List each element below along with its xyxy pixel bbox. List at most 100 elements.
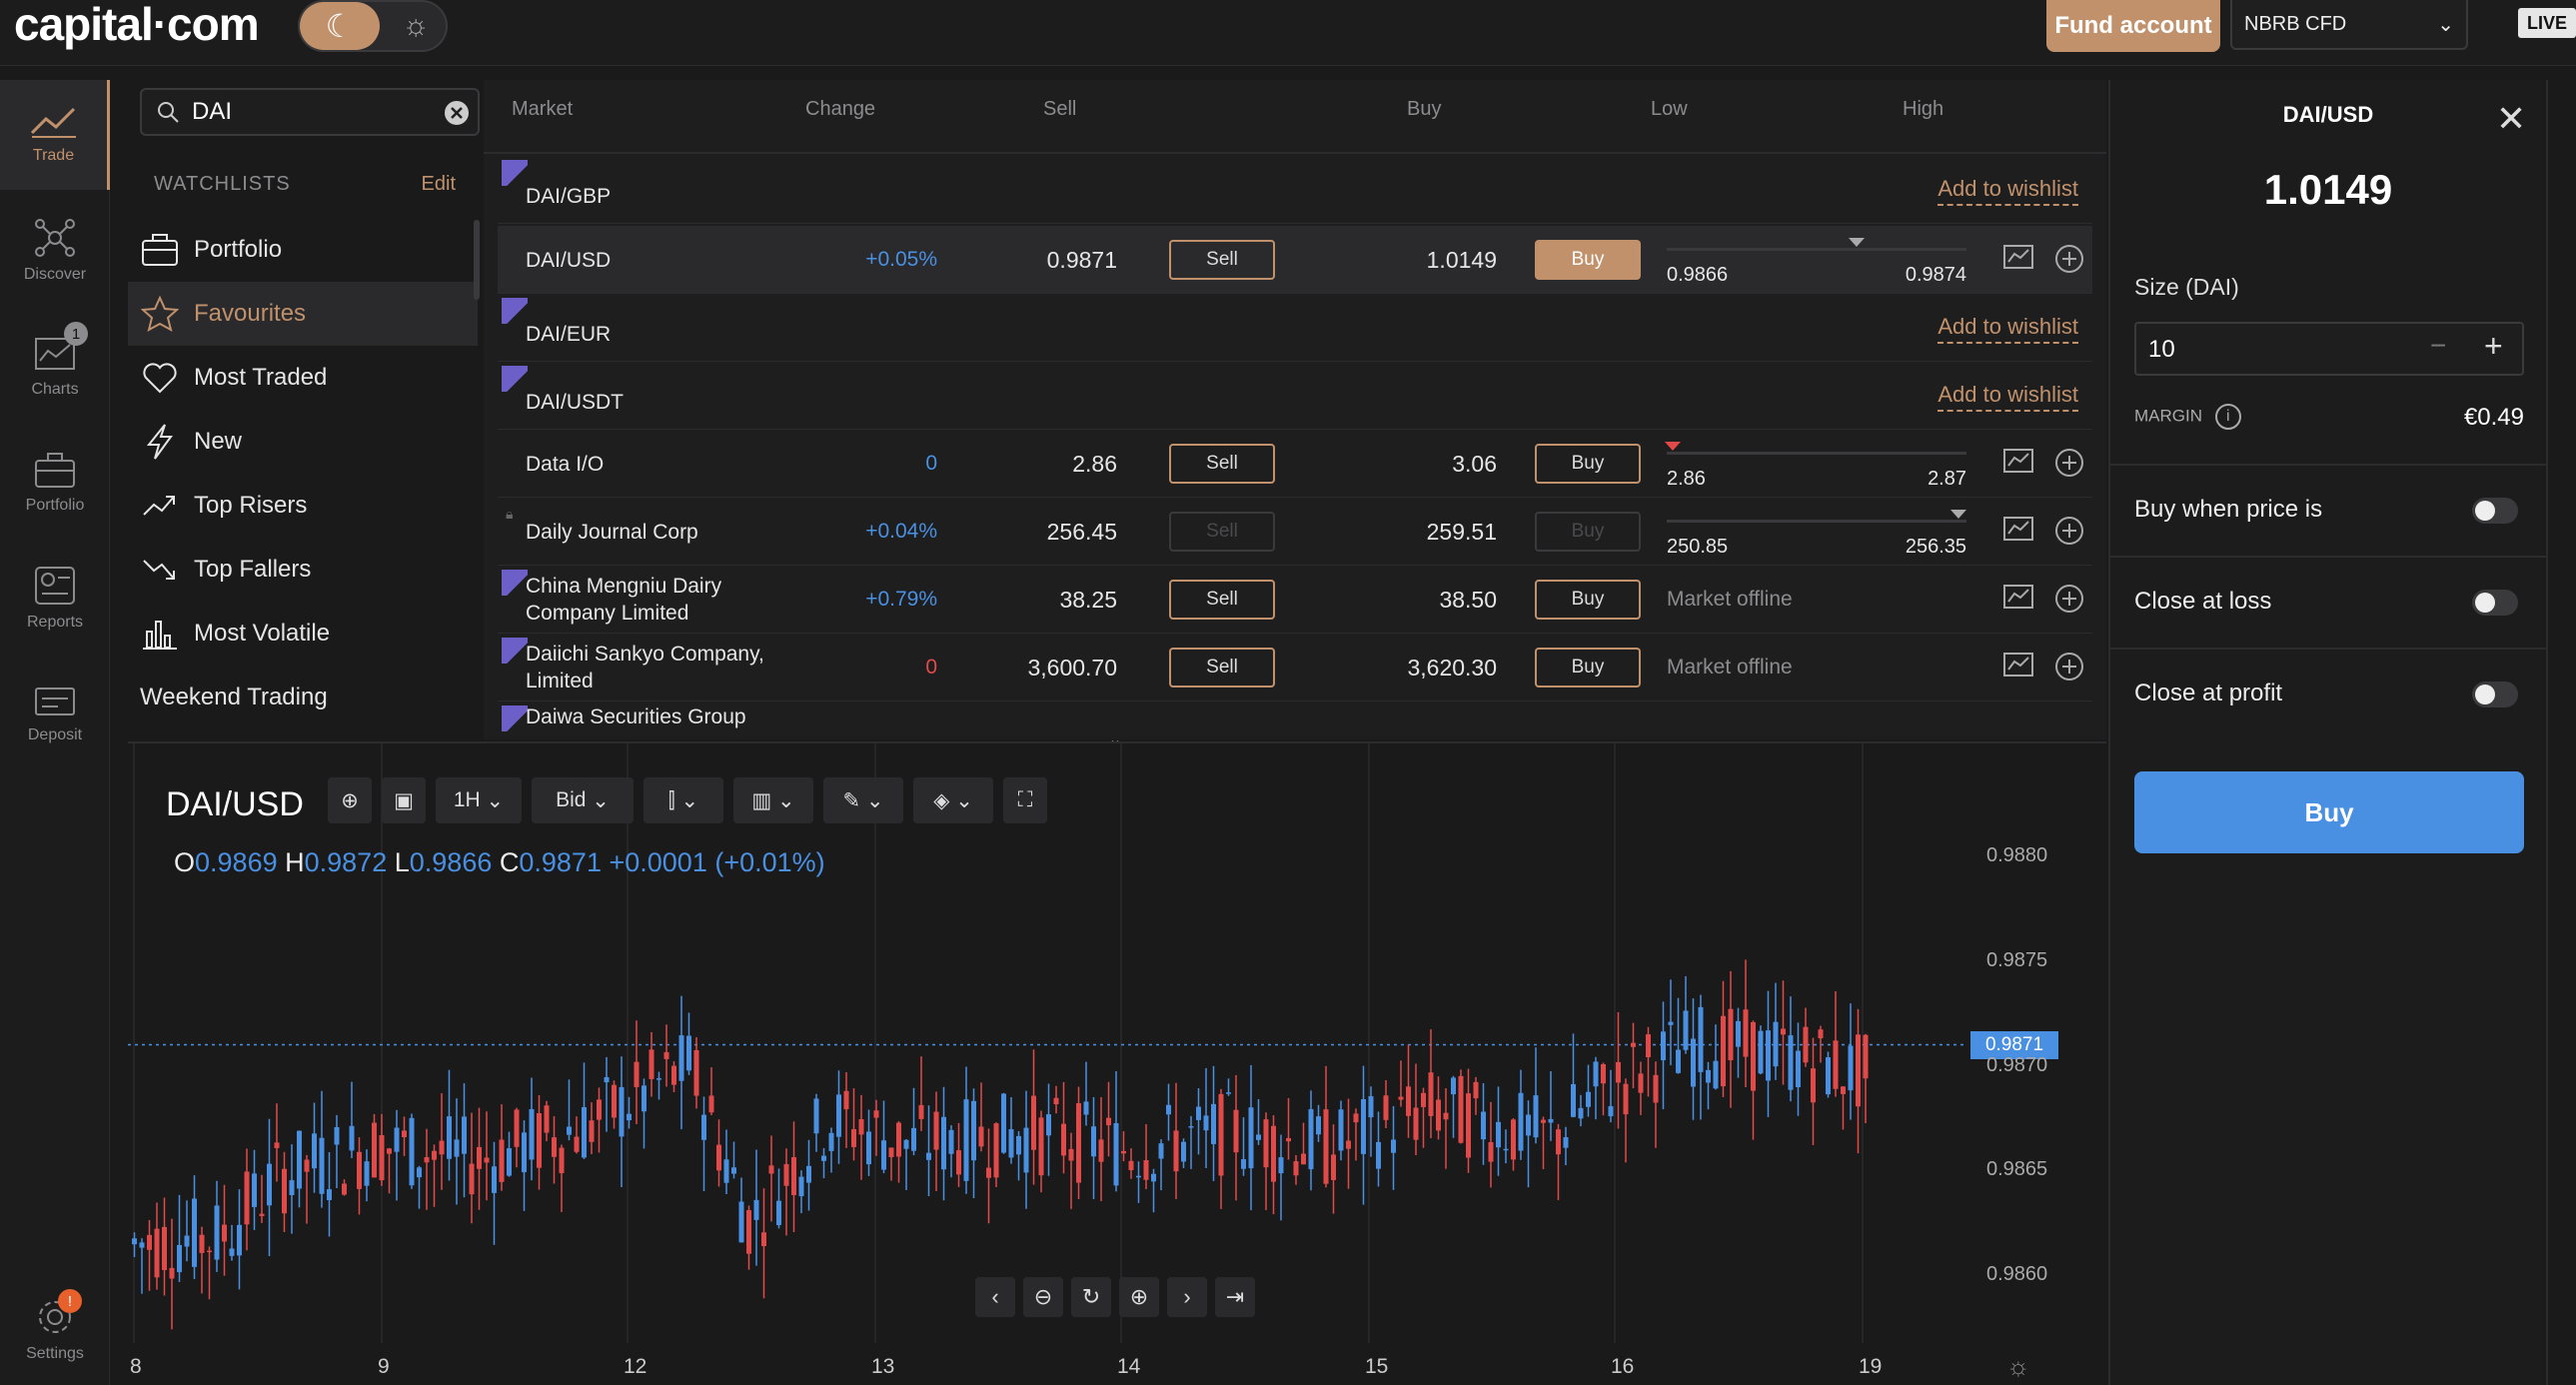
indicators-icon[interactable]: ▥ ⌄ <box>733 777 813 823</box>
reset-icon[interactable]: ↻ <box>1071 1277 1111 1317</box>
chart-monitor-icon[interactable]: ▣ <box>382 777 426 823</box>
theme-toggle[interactable]: ☾ ☼ <box>298 0 448 52</box>
add-to-wishlist-link[interactable]: Add to wishlist <box>1937 176 2078 206</box>
capital-logo[interactable]: capital·com <box>14 0 260 50</box>
watchlist-item-favourites[interactable]: Favourites <box>128 282 478 346</box>
sell-button[interactable]: Sell <box>1169 444 1275 484</box>
buy-button[interactable]: Buy <box>1535 444 1641 484</box>
size-input[interactable] <box>2148 332 2388 368</box>
order-buy-button[interactable]: Buy <box>2134 771 2524 853</box>
col-change[interactable]: Change <box>805 98 875 121</box>
nav-charts[interactable]: Charts 1 <box>0 312 110 422</box>
info-icon[interactable]: i <box>2214 404 2241 430</box>
close-icon[interactable]: ✕ <box>2496 98 2526 140</box>
buy-button[interactable]: Buy <box>1535 580 1641 620</box>
watchlist-item-top-fallers[interactable]: Top Fallers <box>128 538 478 602</box>
chevron-left-icon[interactable]: ‹ <box>975 1277 1015 1317</box>
zoom-in-icon[interactable]: ⊕ <box>1119 1277 1159 1317</box>
table-row[interactable]: DAI/GBP Add to wishlist <box>498 156 2092 224</box>
watchlist-item-top-risers[interactable]: Top Risers <box>128 474 478 538</box>
watchlist-item-most-traded[interactable]: Most Traded <box>128 346 478 410</box>
layers-icon[interactable]: ◈ ⌄ <box>913 777 993 823</box>
watchlist-item-new[interactable]: New <box>128 410 478 474</box>
buy-button[interactable]: Buy <box>1535 512 1641 552</box>
price-type-select[interactable]: Bid ⌄ <box>532 777 634 823</box>
add-circle-icon[interactable] <box>2054 584 2084 614</box>
add-circle-icon[interactable] <box>2054 652 2084 682</box>
sell-button[interactable]: Sell <box>1169 512 1275 552</box>
candle <box>1713 1024 1719 1090</box>
plus-icon[interactable]: + <box>2484 328 2503 365</box>
nav-portfolio[interactable]: Portfolio <box>0 428 110 538</box>
table-row[interactable]: DAI/EUR Add to wishlist <box>498 294 2092 362</box>
high-value: 256.35 <box>1905 536 1966 558</box>
col-market[interactable]: Market <box>512 98 573 121</box>
table-row[interactable]: DAI/USDT Add to wishlist <box>498 362 2092 430</box>
open-chart-icon[interactable] <box>2002 652 2034 682</box>
buy-button[interactable]: Buy <box>1535 648 1641 688</box>
minus-icon[interactable]: − <box>2430 330 2446 362</box>
candle <box>642 1078 646 1149</box>
nav-deposit[interactable]: Deposit <box>0 660 110 769</box>
open-chart-icon[interactable] <box>2002 516 2034 546</box>
clear-search-icon[interactable] <box>444 100 470 126</box>
open-chart-icon[interactable] <box>2002 584 2034 614</box>
col-buy[interactable]: Buy <box>1407 98 1441 121</box>
sun-icon[interactable]: ☼ <box>388 2 444 50</box>
fullscreen-icon[interactable]: ⛶ <box>1003 777 1047 823</box>
watchlist-item-weekend-trading[interactable]: Weekend Trading <box>128 666 478 729</box>
sell-button[interactable]: Sell <box>1169 648 1275 688</box>
add-to-wishlist-link[interactable]: Add to wishlist <box>1937 382 2078 412</box>
fund-account-button[interactable]: Fund account <box>2046 0 2220 52</box>
jump-to-latest-icon[interactable]: ⇥ <box>1215 1277 1255 1317</box>
add-indicator-plus-icon[interactable]: ⊕ <box>328 777 372 823</box>
table-row[interactable]: Daiwa Securities Group <box>498 701 2092 731</box>
table-row[interactable]: Daiichi Sankyo Company, Limited 0 3,600.… <box>498 634 2092 701</box>
search-input[interactable] <box>192 94 422 130</box>
table-row[interactable]: Data I/O 0 2.86 Sell 3.06 Buy 2.86 2.87 <box>498 430 2092 498</box>
chart-settings-icon[interactable]: ☼ <box>2006 1351 2030 1382</box>
nav-discover[interactable]: Discover <box>0 196 110 306</box>
sell-button[interactable]: Sell <box>1169 580 1275 620</box>
moon-icon[interactable]: ☾ <box>300 2 380 50</box>
col-high[interactable]: High <box>1903 98 1943 121</box>
nav-reports[interactable]: Reports <box>0 544 110 654</box>
watchlist-item-portfolio[interactable]: Portfolio <box>128 218 478 282</box>
watchlists-edit-link[interactable]: Edit <box>422 173 456 196</box>
col-low[interactable]: Low <box>1651 98 1688 121</box>
buy-button[interactable]: Buy <box>1535 240 1641 280</box>
candle <box>836 1070 841 1164</box>
open-chart-icon[interactable] <box>2002 244 2034 274</box>
watchlist-item-most-volatile[interactable]: Most Volatile <box>128 602 478 666</box>
lock-icon: 🔒︎ <box>506 506 514 522</box>
search-box[interactable] <box>140 88 480 136</box>
add-circle-icon[interactable] <box>2054 244 2084 274</box>
zoom-out-icon[interactable]: ⊖ <box>1023 1277 1063 1317</box>
order-price: 1.0149 <box>2263 166 2393 213</box>
open-chart-icon[interactable] <box>2002 448 2034 478</box>
add-circle-icon[interactable] <box>2054 448 2084 478</box>
col-sell[interactable]: Sell <box>1043 98 1076 121</box>
buy-when-toggle[interactable] <box>2472 498 2518 524</box>
table-row[interactable]: China Mengniu Dairy Company Limited +0.7… <box>498 566 2092 634</box>
add-to-wishlist-link[interactable]: Add to wishlist <box>1937 314 2078 344</box>
price-chart[interactable]: DAI/USD ⊕ ▣ 1H ⌄ Bid ⌄ ⫿ ⌄ ▥ ⌄ ✎ ⌄ ◈ ⌄ ⛶… <box>128 741 2106 1385</box>
candle-type-icon[interactable]: ⫿ ⌄ <box>644 777 723 823</box>
nav-settings[interactable]: Settings ! <box>0 1275 110 1385</box>
size-stepper[interactable]: − + <box>2134 322 2524 376</box>
add-circle-icon[interactable] <box>2054 516 2084 546</box>
table-row[interactable]: DAI/USD +0.05% 0.9871 Sell 1.0149 Buy 0.… <box>498 226 2092 294</box>
table-row[interactable]: 🔒︎ Daily Journal Corp +0.04% 256.45 Sell… <box>498 498 2092 566</box>
sell-button[interactable]: Sell <box>1169 240 1275 280</box>
watchlist-scrollbar[interactable] <box>474 220 480 300</box>
drawing-tools-icon[interactable]: ✎ ⌄ <box>823 777 903 823</box>
candle <box>1353 1108 1359 1161</box>
interval-select[interactable]: 1H ⌄ <box>436 777 522 823</box>
close-loss-toggle[interactable] <box>2472 590 2518 616</box>
nav-trade[interactable]: Trade <box>0 80 110 190</box>
candle <box>963 1066 969 1194</box>
account-select[interactable]: NBRB CFD ⌄ <box>2230 0 2468 50</box>
market-name: Daily Journal Corp <box>526 520 698 544</box>
close-profit-toggle[interactable] <box>2472 682 2518 707</box>
chevron-right-icon[interactable]: › <box>1167 1277 1207 1317</box>
